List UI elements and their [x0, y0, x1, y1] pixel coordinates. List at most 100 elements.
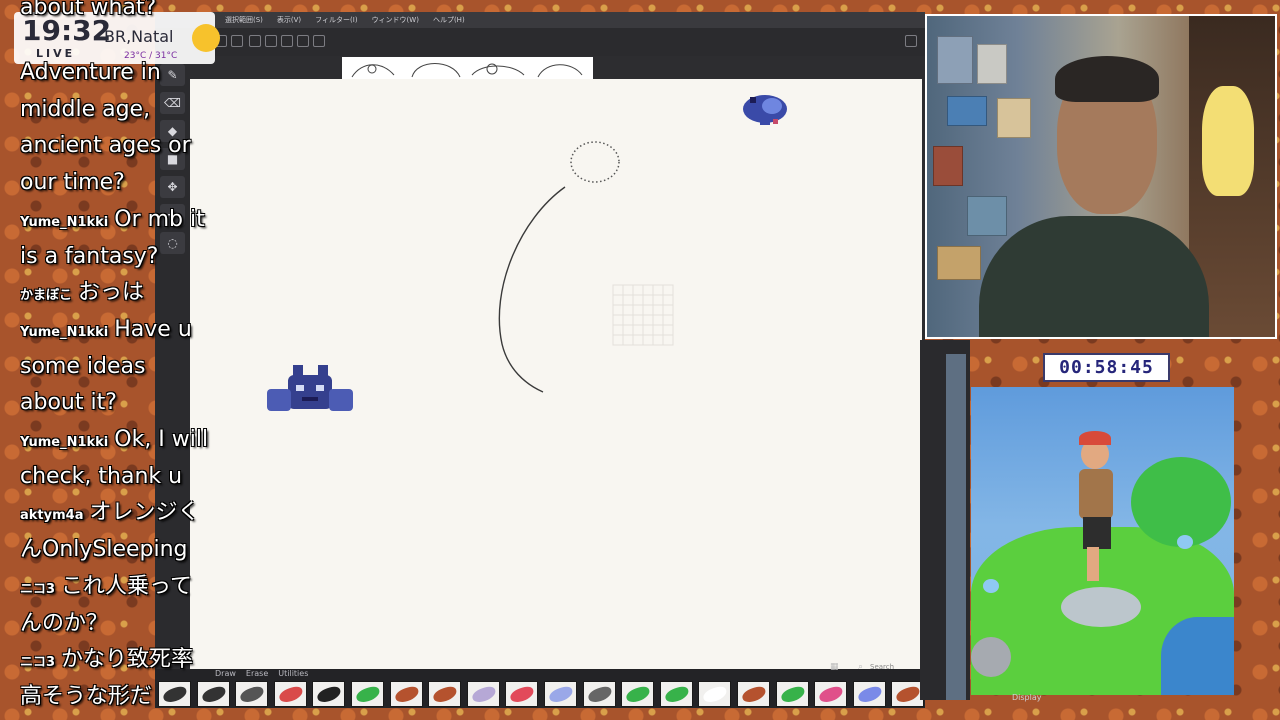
person-hair — [1055, 56, 1159, 102]
chat-message: our time? — [20, 169, 125, 197]
character-shorts — [1083, 517, 1111, 549]
brush-swatch[interactable] — [273, 681, 307, 707]
character-leg — [1087, 547, 1099, 581]
brush-swatch[interactable] — [775, 681, 809, 707]
wall-photo — [967, 196, 1007, 236]
brush-swatch[interactable] — [351, 681, 384, 707]
check-icon[interactable] — [265, 35, 277, 47]
chat-message-text: オレンジく — [89, 500, 200, 526]
scroll-bar[interactable] — [946, 354, 966, 700]
chat-message-text: our time? — [20, 170, 125, 196]
menu-select[interactable]: 選択範囲(S) — [225, 15, 263, 25]
menu-view[interactable]: 表示(V) — [277, 15, 301, 25]
webcam-feed — [925, 14, 1277, 339]
chat-username: ニコ3 — [20, 655, 56, 671]
chat-username: Yume_N1kki — [20, 214, 109, 230]
drawing-app-window: 選択範囲(S) 表示(V) フィルター(I) ウィンドウ(W) ヘルプ(H) ✎… — [155, 12, 925, 708]
brush-swatch[interactable] — [814, 681, 848, 707]
brush-swatch[interactable] — [235, 681, 269, 707]
settings-icon[interactable] — [905, 35, 917, 47]
brush-stroke-sample — [701, 684, 729, 705]
menu-window[interactable]: ウィンドウ(W) — [372, 15, 419, 25]
chat-message-text: 高そうな形だ — [20, 683, 153, 709]
chat-message-text: Ok, I will — [114, 427, 209, 452]
pixel-creature-small — [743, 95, 787, 125]
wall-photo — [947, 96, 987, 126]
grid-view-icon[interactable]: ▦ — [830, 662, 839, 672]
brush-swatch[interactable] — [621, 681, 655, 707]
chat-username: aktym4a — [20, 508, 84, 524]
game-panel-label: Display — [1012, 693, 1042, 702]
brush-swatch[interactable] — [466, 681, 500, 707]
brush-swatch[interactable] — [737, 681, 770, 707]
pixel-creature-large — [267, 365, 353, 411]
chat-message: 高そうな形だ — [20, 683, 152, 711]
flower — [983, 579, 999, 593]
chat-message: aktym4a オレンジく — [20, 499, 200, 530]
redo-icon[interactable] — [231, 35, 243, 47]
chat-message-text: おっは — [78, 280, 145, 306]
brush-swatch[interactable] — [852, 681, 886, 707]
canvas-drawing — [267, 95, 787, 411]
chat-message: ニコ3 これ人乗って — [20, 573, 192, 604]
tab-utilities[interactable]: Utilities — [278, 669, 308, 678]
stone — [971, 637, 1011, 677]
water — [1161, 617, 1234, 695]
chat-message-text: some ideas — [20, 353, 146, 379]
brush-swatch[interactable] — [312, 681, 346, 707]
chat-message: かまぼこ おっは — [20, 279, 144, 310]
chat-message-text: んOnlySleeping — [20, 537, 188, 563]
flower — [1177, 535, 1193, 549]
brush-stroke-sample — [586, 684, 614, 705]
chat-message-text: Or mb it — [114, 206, 205, 232]
chat-message-text: Have u — [114, 316, 192, 342]
chat-message-text: is a fantasy? — [20, 243, 159, 269]
check-icon[interactable] — [249, 35, 261, 47]
brush-swatch[interactable] — [428, 681, 462, 707]
command-bar — [155, 28, 925, 56]
brush-stroke-sample — [663, 684, 691, 705]
brush-swatch[interactable] — [505, 681, 539, 707]
document-icon[interactable] — [297, 35, 309, 47]
brush-stroke-sample — [779, 684, 807, 705]
chat-message-text: middle age, — [20, 96, 151, 122]
brush-stroke-sample — [817, 684, 845, 705]
teddy-bear — [1202, 86, 1254, 196]
chat-message-text: かなり致死率 — [61, 647, 194, 673]
brush-stroke-sample — [470, 684, 498, 705]
stone — [1061, 587, 1141, 627]
menu-help[interactable]: ヘルプ(H) — [433, 15, 465, 25]
brush-swatch[interactable] — [659, 681, 693, 707]
chat-message: is a fantasy? — [20, 243, 158, 271]
copy-icon[interactable] — [313, 35, 325, 47]
chat-message: about it? — [20, 389, 117, 417]
chat-message: ニコ3 かなり致死率 — [20, 646, 193, 677]
search-icon: ⌕ — [858, 662, 864, 672]
chat-username: かまぼこ — [20, 288, 73, 304]
search-placeholder: Search — [870, 663, 895, 671]
wall-photo — [937, 36, 973, 84]
brush-search[interactable]: ▦ ⌕ Search — [830, 662, 920, 674]
chat-message: ancient ages or — [20, 132, 191, 160]
tab-erase[interactable]: Erase — [246, 669, 268, 678]
chat-message: middle age, — [20, 96, 150, 124]
drawing-canvas[interactable] — [190, 79, 922, 669]
brush-swatch[interactable] — [389, 681, 423, 707]
brush-swatch[interactable] — [544, 681, 577, 707]
brush-stroke-sample — [431, 684, 459, 705]
reference-sketch-strip — [342, 57, 593, 79]
brush-swatch[interactable] — [582, 681, 616, 707]
wall-photo — [937, 246, 981, 280]
check-icon[interactable] — [281, 35, 293, 47]
brush-stroke-sample — [894, 684, 922, 705]
brush-stroke-sample — [740, 684, 768, 705]
menu-filter[interactable]: フィルター(I) — [315, 15, 357, 25]
run-timer: 00:58:45 — [1043, 353, 1170, 382]
chat-message: Yume_N1kki Have u — [20, 316, 192, 347]
person-body — [979, 216, 1209, 337]
sketch-oval — [570, 141, 620, 183]
wall-photo — [997, 98, 1031, 138]
chat-message: check, thank u — [20, 463, 182, 491]
chat-message-text: これ人乗って — [61, 573, 192, 599]
brush-swatch[interactable] — [698, 681, 732, 707]
